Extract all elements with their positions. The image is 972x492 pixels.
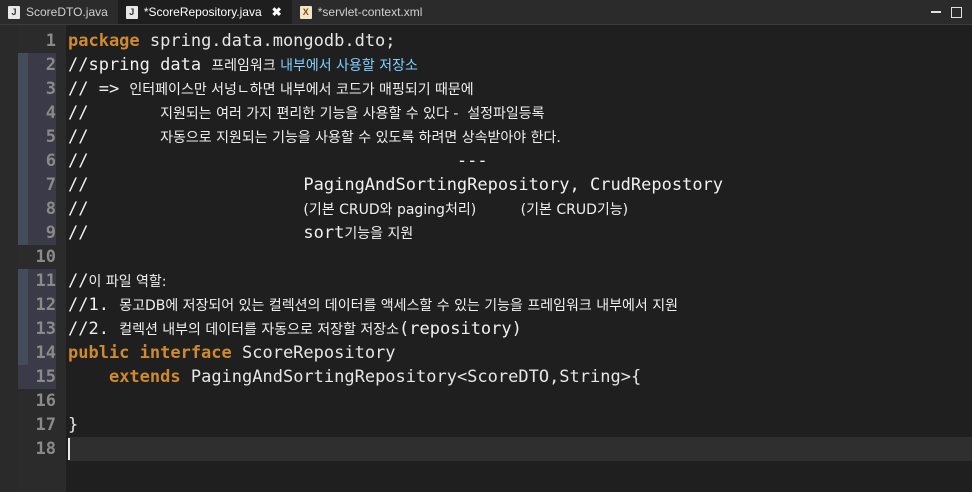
code-line[interactable]: // 지원되는 여러 가지 편리한 기능을 사용할 수 있다 - 설정파일등록 — [68, 101, 972, 125]
code-token: 컬렉션 내부의 데이터를 자동으로 저장할 저장소 — [119, 322, 400, 338]
code-line[interactable]: // --- — [68, 149, 972, 173]
code-token: 자동으로 지원되는 기능을 사용할 수 있도록 하려면 상속받아야 한다. — [160, 130, 561, 146]
code-line[interactable]: public interface ScoreRepository — [68, 341, 972, 365]
close-icon[interactable]: ✖ — [272, 5, 282, 19]
tab-label: *ScoreRepository.java — [143, 5, 262, 19]
code-token: //spring data — [68, 55, 212, 75]
code-token: 내부에서 사용할 저장소 — [280, 58, 418, 74]
editor-tab-bar: J ScoreDTO.java J *ScoreRepository.java … — [0, 0, 972, 25]
change-marker — [18, 269, 28, 365]
code-token: 프레임워크 — [211, 58, 281, 74]
window-controls — [931, 0, 972, 24]
line-number: 18 — [35, 439, 56, 459]
code-token: // — [68, 199, 304, 219]
line-number: 15 — [18, 365, 56, 389]
code-line[interactable]: } — [68, 413, 972, 437]
line-number: 10 — [35, 247, 56, 267]
code-token: // — [68, 103, 161, 123]
code-token: // — [68, 223, 304, 243]
code-token: 지원되는 여러 가지 편리한 기능을 사용할 수 있다 - 설정파일등록 — [160, 106, 545, 122]
code-line[interactable]: // (기본 CRUD와 paging처리) (기본 CRUD기능) — [68, 197, 972, 221]
code-line[interactable]: // 자동으로 지원되는 기능을 사용할 수 있도록 하려면 상속받아야 한다. — [68, 125, 972, 149]
code-token: 이 파일 역할: — [88, 274, 167, 290]
code-token: // --- — [68, 151, 488, 171]
code-token: ScoreRepository — [231, 343, 396, 363]
code-token: package — [68, 31, 140, 51]
line-number: 1 — [45, 31, 56, 51]
change-marker — [18, 53, 28, 245]
code-editor[interactable]: 1 package spring.data.mongodb.dto; 2//spri… — [0, 25, 972, 492]
code-line[interactable]: // PagingAndSortingRepository, CrudRepos… — [68, 173, 972, 197]
code-token: // — [68, 271, 89, 291]
code-token: // — [68, 127, 161, 147]
code-token: // => — [68, 79, 130, 99]
code-token: (기본 CRUD와 paging처리) (기본 CRUD기능) — [303, 202, 629, 218]
line-number: 17 — [35, 415, 56, 435]
code-line[interactable]: extends PagingAndSortingRepository<Score… — [68, 365, 972, 389]
code-token: 인터페이스만 서넝ㄴ하면 내부에서 코드가 매핑되기 때문에 — [129, 82, 474, 98]
code-token: } — [68, 415, 79, 435]
code-token: //1. — [68, 295, 120, 315]
xml-file-icon: X — [299, 5, 312, 19]
tab-servlet-context[interactable]: X *servlet-context.xml — [292, 0, 433, 24]
code-line[interactable]: //2. 컬렉션 내부의 데이터를 자동으로 저장할 저장소(repositor… — [68, 317, 972, 341]
code-token: public interface — [68, 343, 232, 363]
tab-scorerepository[interactable]: J *ScoreRepository.java ✖ — [117, 0, 292, 24]
tab-scoredto[interactable]: J ScoreDTO.java — [0, 0, 118, 24]
code-line[interactable]: // sort기능을 지원 — [68, 221, 972, 245]
line-number: 16 — [35, 391, 56, 411]
code-token: //2. — [68, 319, 120, 339]
code-token: 몽고DB에 저장되어 있는 컬렉션의 데이터를 액세스할 수 있는 기능을 프레… — [119, 298, 678, 314]
code-line[interactable] — [68, 389, 972, 413]
tab-label: *servlet-context.xml — [317, 5, 423, 19]
overview-ruler — [0, 25, 18, 492]
code-token: 기능을 지원 — [344, 226, 414, 242]
code-token: // PagingAndSortingRepository, CrudRepos… — [68, 175, 724, 195]
code-line[interactable]: //spring data 프레임워크 내부에서 사용할 저장소 — [68, 53, 972, 77]
code-line[interactable]: //이 파일 역할: — [68, 269, 972, 293]
code-token: extends — [108, 367, 181, 387]
java-file-icon: J — [8, 5, 20, 19]
code-line[interactable]: //1. 몽고DB에 저장되어 있는 컬렉션의 데이터를 액세스할 수 있는 기… — [68, 293, 972, 317]
code-line[interactable]: package spring.data.mongodb.dto; — [68, 29, 972, 53]
code-token: spring.data.mongodb.dto; — [139, 31, 396, 51]
java-file-icon: J — [125, 5, 138, 19]
tab-label: ScoreDTO.java — [26, 5, 108, 19]
minimize-icon[interactable] — [931, 11, 941, 13]
code-line[interactable]: // => 인터페이스만 서넝ㄴ하면 내부에서 코드가 매핑되기 때문에 — [68, 77, 972, 101]
code-token: PagingAndSortingRepository<ScoreDTO,Stri… — [180, 367, 642, 387]
code-token: sort — [303, 223, 345, 243]
code-token: (repository) — [399, 319, 522, 339]
code-line[interactable] — [68, 245, 972, 269]
text-caret — [68, 438, 70, 460]
maximize-icon[interactable] — [951, 6, 962, 18]
code-line[interactable] — [68, 437, 972, 461]
